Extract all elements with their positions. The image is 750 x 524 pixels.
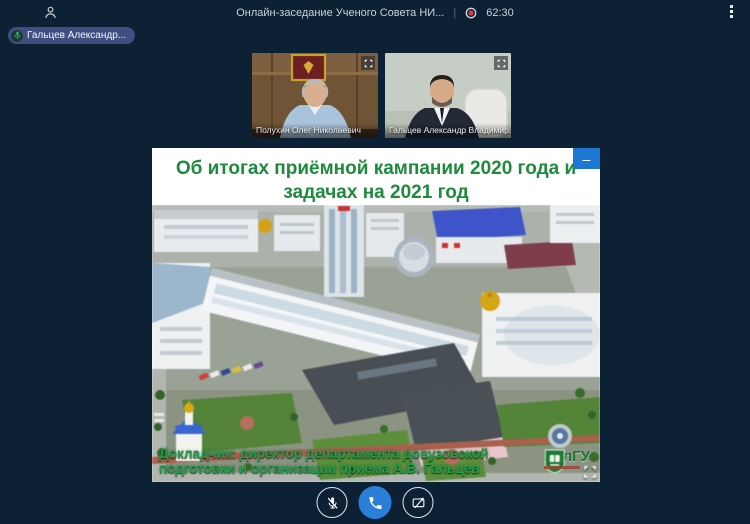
belgu-logo-subtext-bar [544, 466, 580, 469]
belgu-logo: БелГУ [519, 449, 591, 474]
mute-microphone-button[interactable] [317, 487, 348, 518]
call-button[interactable] [359, 486, 392, 519]
kebab-menu-icon[interactable] [724, 5, 738, 21]
slide-title: Об итогах приёмной кампании 2020 года и … [172, 157, 580, 205]
video-tile-participant-1[interactable]: Полухин Олег Николаевич [252, 53, 378, 138]
expand-tile-icon[interactable] [361, 56, 375, 70]
recording-timer: 62:30 [486, 7, 514, 19]
speaker-note: Докладчик: директор департамента довузов… [159, 446, 504, 477]
topbar-separator: | [453, 7, 456, 19]
minimize-presentation-button[interactable]: – [573, 148, 600, 169]
active-speaker-name: Гальцев Александр... [27, 30, 126, 41]
person-contacts-icon[interactable] [42, 4, 59, 21]
campus-photo: Докладчик: директор департамента довузов… [152, 205, 600, 482]
fullscreen-presentation-icon[interactable] [583, 465, 597, 479]
video-tile-participant-2[interactable]: Гальцев Александр Владимир... [385, 53, 511, 138]
belgu-shield-icon [519, 449, 540, 474]
participant-2-name: Гальцев Александр Владимир... [385, 123, 511, 138]
presentation-area: Об итогах приёмной кампании 2020 года и … [152, 148, 600, 482]
meeting-title: Онлайн-заседание Ученого Совета НИ... [236, 7, 444, 19]
call-controls [317, 486, 434, 519]
microphone-active-icon [11, 30, 23, 42]
expand-tile-icon[interactable] [494, 56, 508, 70]
app-window: Онлайн-заседание Ученого Совета НИ... | … [0, 0, 750, 524]
record-dot-icon [465, 7, 477, 19]
screen-share-button[interactable] [403, 487, 434, 518]
active-speaker-badge[interactable]: Гальцев Александр... [8, 27, 135, 44]
topbar: Онлайн-заседание Ученого Совета НИ... | … [0, 0, 750, 26]
participant-1-name: Полухин Олег Николаевич [252, 123, 378, 138]
